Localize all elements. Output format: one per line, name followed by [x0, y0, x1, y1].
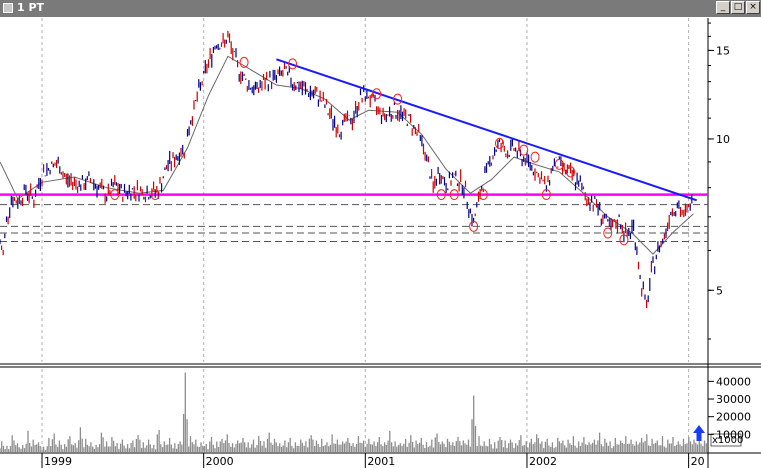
volume-y-tick-label: 20000	[716, 411, 751, 424]
x-tick-label: 1999	[44, 455, 72, 468]
x-tick-label: 2001	[367, 455, 395, 468]
chart-area: 1999 2000 2001 2002 205101510000200003000040…	[0, 18, 761, 468]
y-tick-label: 15	[716, 44, 730, 57]
volume-unit-label: x1000	[712, 435, 743, 446]
volume-panel-background	[0, 369, 708, 453]
price-panel-background	[0, 18, 708, 363]
y-tick-label: 10	[716, 133, 730, 146]
volume-y-tick-label: 40000	[716, 375, 751, 388]
y-tick-label: 5	[716, 284, 723, 297]
x-tick-label: 2002	[529, 455, 557, 468]
volume-y-tick-label: 30000	[716, 393, 751, 406]
x-tick-label: 20	[691, 455, 705, 468]
x-tick-label: 2000	[206, 455, 234, 468]
